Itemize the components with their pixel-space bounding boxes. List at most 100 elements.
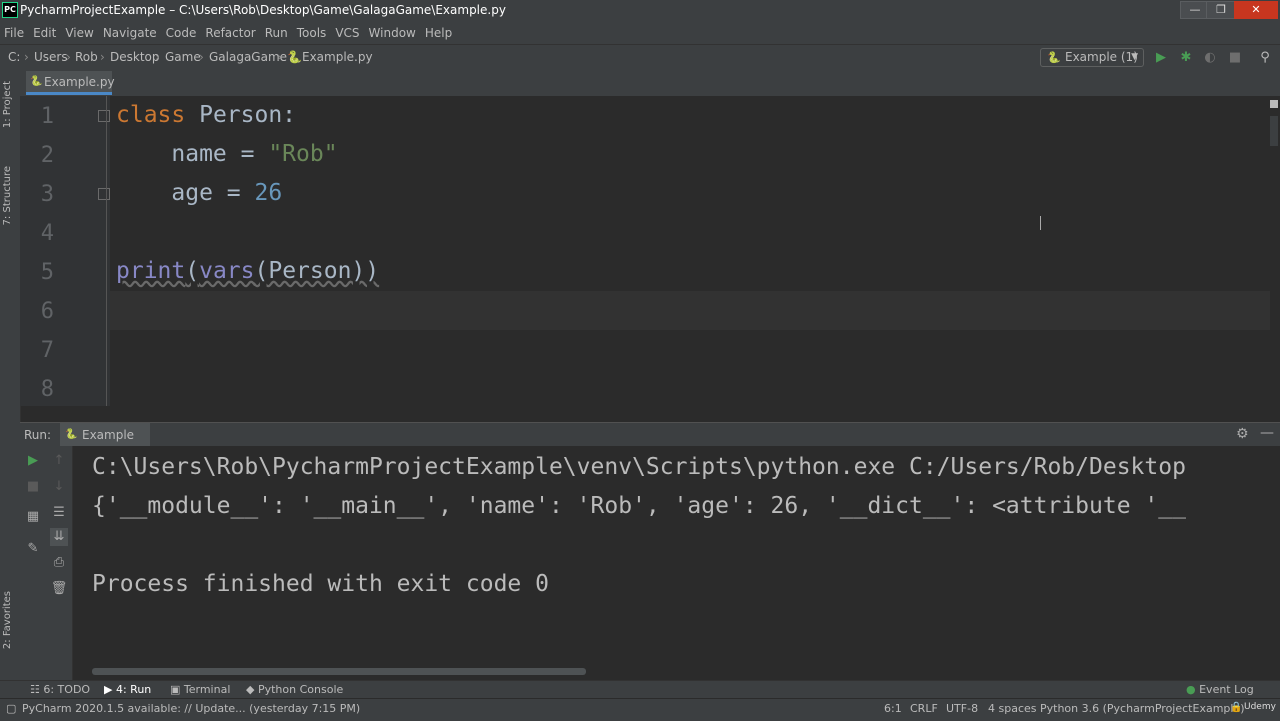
- breadcrumb-separator: ›: [277, 50, 282, 64]
- python-console-tab[interactable]: ◆ Python Console: [246, 683, 343, 696]
- breadcrumb-desktop[interactable]: Desktop: [110, 50, 160, 64]
- restore-layout-icon[interactable]: ▦: [24, 508, 42, 526]
- menu-view[interactable]: View: [61, 23, 98, 40]
- run-toolbar-secondary: ↑ ↓ ☰ ⇊ ⎙ 🗑: [46, 446, 73, 680]
- structure-tool-tab[interactable]: 7: Structure: [2, 166, 13, 225]
- run-tool-tab[interactable]: ▶ 4: Run: [104, 683, 151, 696]
- caret-position[interactable]: 6:1: [884, 702, 902, 715]
- pin-tab-icon[interactable]: ✎: [24, 540, 42, 558]
- file-encoding[interactable]: UTF-8: [946, 702, 978, 715]
- status-message[interactable]: PyCharm 2020.1.5 available: // Update...…: [22, 702, 360, 715]
- title-bar: PC PycharmProjectExample – C:\Users\Rob\…: [0, 0, 1280, 23]
- run-toolbar-primary: ▶ ■ ▦ ✎: [20, 446, 46, 680]
- builtin-function: print: [116, 258, 186, 284]
- pycharm-logo-icon: PC: [2, 2, 18, 18]
- editor-scrollbar[interactable]: [1270, 96, 1280, 406]
- menu-file[interactable]: File: [0, 23, 29, 40]
- breadcrumb-rob[interactable]: Rob: [75, 50, 98, 64]
- breadcrumb-users[interactable]: Users: [34, 50, 68, 64]
- horizontal-scrollbar[interactable]: [92, 668, 586, 675]
- menu-navigate[interactable]: Navigate: [99, 23, 162, 40]
- line-number: 7: [40, 338, 54, 363]
- lock-icon[interactable]: 🔒: [1230, 702, 1242, 713]
- builtin-function: vars: [199, 258, 255, 284]
- menu-vcs[interactable]: VCS: [331, 23, 364, 40]
- stop-icon[interactable]: ■: [1226, 49, 1244, 67]
- run-panel-label: Run:: [24, 428, 52, 442]
- coverage-icon[interactable]: ◐: [1201, 49, 1219, 67]
- maximize-button[interactable]: ❐: [1206, 1, 1236, 19]
- code-text: (Person)): [254, 258, 380, 284]
- breadcrumb-separator: ›: [66, 50, 71, 64]
- todo-tab-label: 6: TODO: [43, 683, 91, 696]
- scroll-thumb[interactable]: [1270, 116, 1278, 146]
- breadcrumb-separator: ›: [155, 50, 160, 64]
- debug-icon[interactable]: ✱: [1177, 49, 1195, 67]
- stop-icon[interactable]: ■: [24, 478, 42, 496]
- soft-wrap-icon[interactable]: ☰: [50, 504, 68, 522]
- event-log-tab[interactable]: ● Event Log: [1186, 683, 1254, 696]
- status-icon: ▢: [6, 702, 17, 715]
- rerun-icon[interactable]: ▶: [24, 452, 42, 470]
- navigation-bar: C: › Users › Rob › Desktop › Game › Gala…: [0, 44, 1280, 72]
- settings-gear-icon[interactable]: ⚙: [1236, 426, 1249, 442]
- line-number: 5: [40, 260, 54, 285]
- window-title: PycharmProjectExample – C:\Users\Rob\Des…: [20, 3, 506, 17]
- run-console-output[interactable]: C:\Users\Rob\PycharmProjectExample\venv\…: [73, 446, 1280, 680]
- trash-icon[interactable]: 🗑: [50, 580, 68, 598]
- scroll-down-icon[interactable]: ↓: [50, 478, 68, 496]
- python-interpreter[interactable]: Python 3.6 (PycharmProjectExample): [1040, 702, 1245, 715]
- run-icon[interactable]: ▶: [1152, 49, 1170, 67]
- python-icon: 🐍: [65, 429, 78, 440]
- terminal-tab[interactable]: ▣ Terminal: [170, 683, 230, 696]
- menu-window[interactable]: Window: [365, 23, 421, 40]
- tool-window-bar: ☷ 6: TODO ▶ 4: Run ▣ Terminal ◆ Python C…: [0, 680, 1280, 699]
- tab-label: Example.py: [44, 75, 115, 89]
- breadcrumb-game[interactable]: Game: [165, 50, 201, 64]
- menu-code[interactable]: Code: [162, 23, 202, 40]
- close-button[interactable]: ✕: [1234, 1, 1278, 19]
- menu-run[interactable]: Run: [261, 23, 293, 40]
- run-configuration-label: Example (1): [1065, 50, 1138, 64]
- line-number: 8: [40, 377, 54, 402]
- inspection-ok-icon: [1270, 100, 1278, 108]
- menu-edit[interactable]: Edit: [29, 23, 61, 40]
- fold-marker-icon[interactable]: [98, 188, 110, 200]
- code-editor[interactable]: 1 2 3 4 5 6 7 8 class Person: name = "Ro…: [20, 96, 1270, 406]
- code-line-1: class Person:: [116, 102, 296, 128]
- left-tool-strip: 1: Project 7: Structure 2: Favorites: [0, 71, 21, 680]
- event-log-icon: ●: [1186, 683, 1200, 696]
- keyword: class: [116, 102, 186, 128]
- breadcrumb-file[interactable]: Example.py: [302, 50, 373, 64]
- run-tab-example[interactable]: 🐍 Example (1): [60, 423, 150, 466]
- menu-refactor[interactable]: Refactor: [201, 23, 260, 40]
- terminal-icon: ▣: [170, 683, 184, 696]
- scroll-to-end-icon[interactable]: ⇊: [50, 528, 68, 546]
- menu-help[interactable]: Help: [421, 23, 457, 40]
- breadcrumb-drive[interactable]: C:: [8, 50, 20, 64]
- breadcrumb-separator: ›: [24, 50, 29, 64]
- code-text: name =: [116, 141, 269, 167]
- code-line-5: print(vars(Person)): [116, 258, 379, 284]
- run-configuration-selector[interactable]: 🐍 Example (1) ▼: [1040, 48, 1144, 67]
- line-number: 2: [40, 143, 54, 168]
- run-icon: ▶: [104, 683, 116, 696]
- print-icon[interactable]: ⎙: [50, 554, 68, 572]
- terminal-tab-label: Terminal: [183, 683, 231, 696]
- string-literal: "Rob": [268, 141, 338, 167]
- todo-tab[interactable]: ☷ 6: TODO: [30, 683, 90, 696]
- fold-marker-icon[interactable]: [98, 110, 110, 122]
- hide-panel-icon[interactable]: —: [1260, 425, 1274, 441]
- favorites-tool-tab[interactable]: 2: Favorites: [2, 591, 13, 649]
- breadcrumb-galagagame[interactable]: GalagaGame: [209, 50, 287, 64]
- line-separator[interactable]: CRLF: [910, 702, 938, 715]
- search-icon[interactable]: ⚲: [1256, 49, 1274, 67]
- tab-example-py[interactable]: 🐍 Example.py: [26, 71, 115, 95]
- indent-setting[interactable]: 4 spaces: [988, 702, 1037, 715]
- project-tool-tab[interactable]: 1: Project: [2, 81, 13, 128]
- gutter-divider: [106, 96, 107, 406]
- menu-tools[interactable]: Tools: [293, 23, 332, 40]
- code-text: age =: [116, 180, 255, 206]
- code-line-2: name = "Rob": [116, 141, 338, 167]
- scroll-up-icon[interactable]: ↑: [50, 452, 68, 470]
